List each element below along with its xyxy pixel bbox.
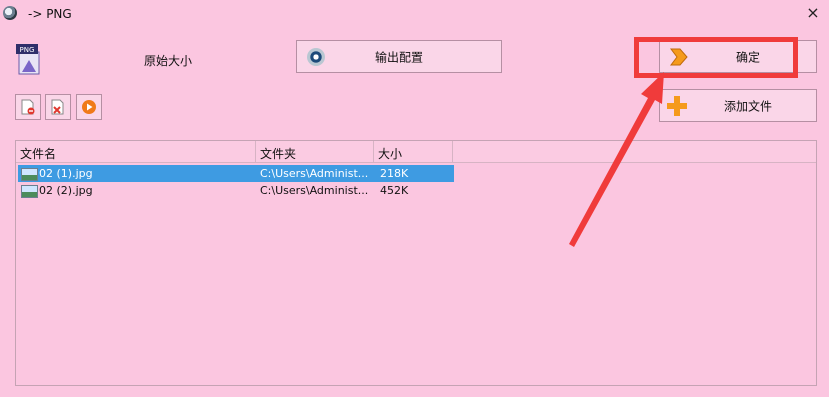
annotation-highlight-box — [634, 37, 798, 78]
image-file-icon — [21, 185, 38, 198]
png-file-icon: PNG — [16, 44, 42, 75]
table-row[interactable]: 02 (2).jpg C:\Users\Administ... 452K — [18, 182, 454, 199]
column-header-size[interactable]: 大小 — [374, 141, 453, 163]
remove-file-icon — [21, 99, 35, 115]
image-file-icon — [21, 168, 38, 181]
file-folder: C:\Users\Administ... — [260, 184, 368, 197]
column-header-folder[interactable]: 文件夹 — [256, 141, 374, 163]
file-size: 452K — [380, 184, 409, 197]
close-icon[interactable]: × — [806, 5, 820, 21]
file-list[interactable]: 文件名 文件夹 大小 02 (1).jpg C:\Users\Administ.… — [15, 140, 817, 386]
add-file-button[interactable]: 添加文件 — [659, 89, 817, 122]
column-header-filler — [453, 141, 816, 163]
column-header-size-label: 大小 — [378, 147, 403, 161]
file-name: 02 (1).jpg — [39, 167, 93, 180]
file-folder: C:\Users\Administ... — [260, 167, 368, 180]
png-badge-text: PNG — [20, 46, 35, 54]
output-settings-button[interactable]: 输出配置 — [296, 40, 502, 73]
file-size: 218K — [380, 167, 409, 180]
title-bar: -> PNG × — [0, 0, 829, 30]
file-name: 02 (2).jpg — [39, 184, 93, 197]
original-size-label: 原始大小 — [144, 54, 193, 68]
column-header-filename-label: 文件名 — [20, 147, 57, 161]
add-file-label: 添加文件 — [723, 99, 772, 113]
start-button[interactable] — [76, 94, 102, 120]
column-header-filename[interactable]: 文件名 — [16, 141, 256, 163]
clear-list-button[interactable] — [45, 94, 71, 120]
remove-file-button[interactable] — [15, 94, 41, 120]
window-title: -> PNG — [28, 7, 72, 21]
play-icon — [82, 100, 96, 114]
column-header-folder-label: 文件夹 — [260, 147, 297, 161]
table-row[interactable]: 02 (1).jpg C:\Users\Administ... 218K — [18, 165, 454, 182]
output-settings-label: 输出配置 — [374, 50, 423, 64]
app-icon — [3, 6, 17, 20]
delete-file-icon — [51, 99, 64, 115]
